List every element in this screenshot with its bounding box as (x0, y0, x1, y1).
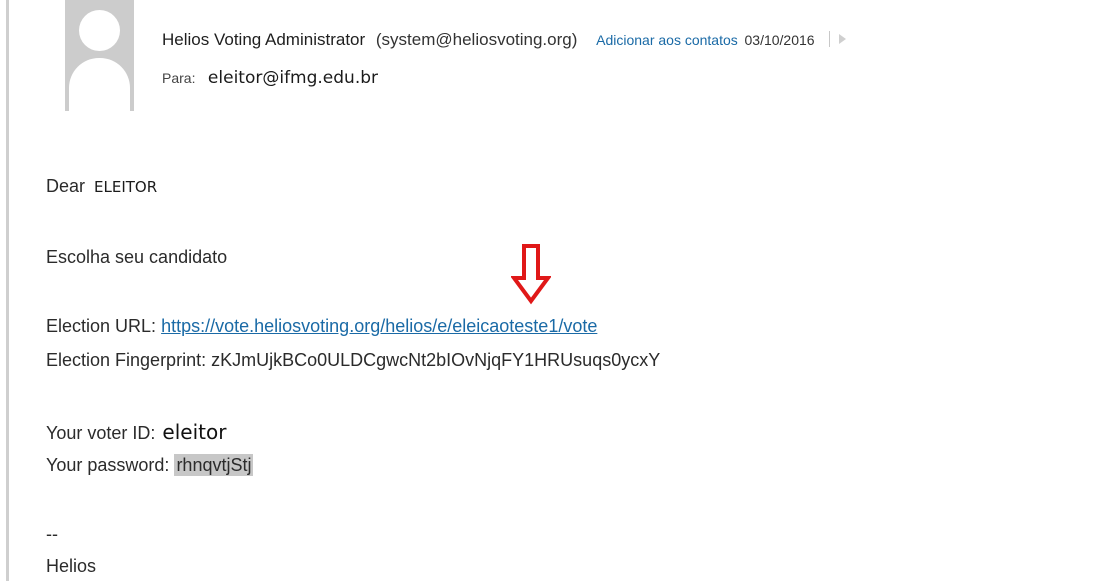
avatar-head (79, 10, 120, 51)
avatar (65, 0, 134, 111)
signature-name: Helios (46, 556, 97, 576)
voter-id-label: Your voter ID: (46, 423, 156, 443)
recipient-line: Para: eleitor@ifmg.edu.br (162, 68, 378, 88)
to-label: Para: (162, 70, 196, 86)
election-url-link[interactable]: https://vote.heliosvoting.org/helios/e/e… (161, 316, 597, 336)
recipient-email[interactable]: eleitor@ifmg.edu.br (208, 68, 378, 88)
fingerprint-line: Election Fingerprint: zKJmUjkBCo0ULDCgwc… (46, 350, 660, 371)
fingerprint-value: zKJmUjkBCo0ULDCgwcNt2bIOvNjqFY1HRUsuqs0y… (211, 350, 661, 370)
election-url-label: Election URL: (46, 316, 157, 336)
header-divider (829, 31, 831, 47)
message-date: 03/10/2016 (744, 32, 815, 48)
voter-id-value: eleitor (162, 420, 227, 444)
election-url-line: Election URL: https://vote.heliosvoting.… (46, 316, 597, 337)
flag-icon[interactable] (839, 34, 847, 44)
sender-line: Helios Voting Administrator (system@heli… (162, 30, 847, 50)
avatar-body (69, 58, 130, 111)
left-border (6, 0, 9, 581)
add-to-contacts-link[interactable]: Adicionar aos contatos (596, 32, 738, 48)
fingerprint-label: Election Fingerprint: (46, 350, 207, 370)
greeting-word: Dear (46, 176, 86, 196)
voter-id-line: Your voter ID: eleitor (46, 420, 226, 444)
sender-name[interactable]: Helios Voting Administrator (162, 30, 365, 49)
password-line: Your password: rhnqvtjStj (46, 454, 254, 476)
password-value[interactable]: rhnqvtjStj (174, 454, 254, 476)
password-label: Your password: (46, 455, 170, 475)
intro-text: Escolha seu candidato (46, 247, 228, 267)
down-arrow-icon (511, 244, 551, 305)
sender-email: (system@heliosvoting.org) (375, 30, 578, 49)
greeting: Dear ELEITOR (46, 176, 157, 197)
signature-dash: -- (46, 524, 58, 544)
greeting-name: ELEITOR (94, 178, 158, 196)
